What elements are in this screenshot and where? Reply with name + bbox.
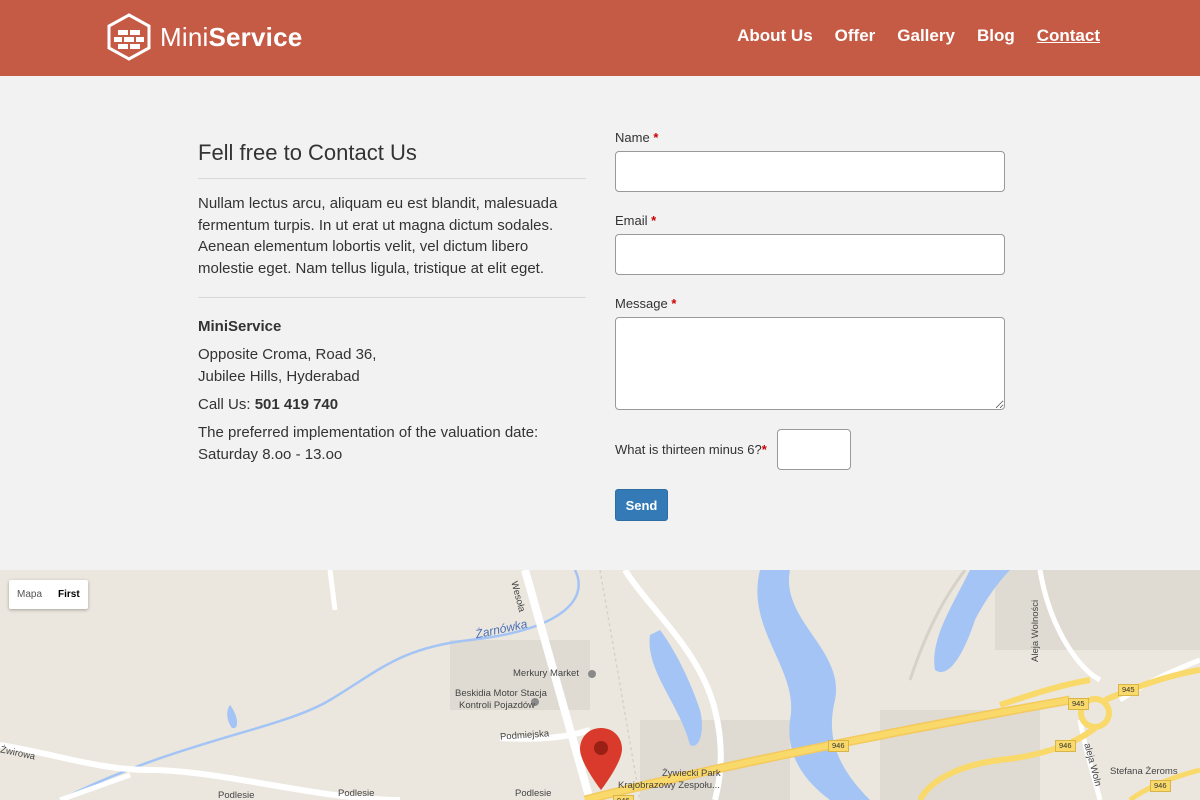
page-title: Fell free to Contact Us (198, 140, 586, 179)
shopping-poi-icon (588, 670, 596, 678)
captcha-label-text: What is thirteen minus 6? (615, 442, 762, 457)
nav-about-us[interactable]: About Us (737, 26, 813, 46)
captcha-group: What is thirteen minus 6?* (615, 429, 1005, 470)
map-type-toggle: Mapa First (9, 580, 88, 609)
street-label: Podlesie (338, 788, 375, 799)
contact-info: Fell free to Contact Us Nullam lectus ar… (198, 140, 586, 466)
required-mark: * (671, 296, 677, 311)
contact-form: Name * Email * Message * What is thirtee… (615, 130, 1005, 521)
nav-offer[interactable]: Offer (835, 26, 876, 46)
site-header: MiniService About Us Offer Gallery Blog … (0, 0, 1200, 76)
phone-number: 501 419 740 (254, 396, 339, 413)
street-label: Podlesie (515, 788, 552, 799)
message-group: Message * (615, 296, 1005, 410)
name-group: Name * (615, 130, 1005, 192)
map-road (327, 570, 338, 611)
required-mark: * (651, 213, 657, 228)
brand-name-bold: Service (208, 21, 303, 52)
opening-hours: The preferred implementation of the valu… (198, 422, 586, 466)
road-number-badge: 946 (1150, 780, 1171, 792)
hours-line-1: The preferred implementation of the valu… (198, 424, 539, 441)
message-label: Message * (615, 296, 1005, 311)
road-number-badge: 946 (828, 740, 849, 752)
poi-label: Żywiecki Park (662, 768, 721, 779)
road-number-badge: 946 (613, 795, 634, 800)
email-input[interactable] (615, 234, 1005, 275)
email-label: Email * (615, 213, 1005, 228)
email-group: Email * (615, 213, 1005, 275)
poi-label: Krajobrazowy Zespołu... (618, 780, 720, 791)
address-line-2: Jubilee Hills, Hyderabad (198, 368, 360, 385)
location-pin-dot-icon (594, 741, 608, 755)
map-road (59, 772, 131, 800)
address: Opposite Croma, Road 36, Jubilee Hills, … (198, 344, 586, 388)
map-type-mapa[interactable]: Mapa (9, 580, 50, 609)
phone-line: Call Us: 501 419 740 (198, 396, 586, 413)
message-textarea[interactable] (615, 317, 1005, 410)
map-canvas[interactable] (0, 570, 1200, 800)
required-mark: * (761, 442, 767, 457)
send-button[interactable]: Send (615, 489, 668, 521)
captcha-label: What is thirteen minus 6?* (615, 442, 767, 457)
nav-blog[interactable]: Blog (977, 26, 1015, 46)
street-label: Stefana Żeroms (1110, 766, 1178, 777)
poi-label: Beskidia Motor Stacja (455, 688, 547, 699)
map-block (995, 570, 1200, 650)
captcha-input[interactable] (776, 429, 851, 470)
street-label: Aleja Wolności (1030, 599, 1041, 662)
email-label-text: Email (615, 213, 648, 228)
nav-contact[interactable]: Contact (1037, 26, 1100, 46)
poi-label: Merkury Market (513, 668, 579, 679)
map-type-first[interactable]: First (50, 580, 88, 609)
road-number-badge: 945 (1068, 698, 1089, 710)
road-number-badge: 946 (1055, 740, 1076, 752)
intro-text: Nullam lectus arcu, aliquam eu est bland… (198, 193, 586, 298)
nav-gallery[interactable]: Gallery (897, 26, 955, 46)
road-number-badge: 945 (1118, 684, 1139, 696)
message-label-text: Message (615, 296, 668, 311)
street-label: Podlesie (218, 790, 255, 800)
brick-hexagon-logo-icon (107, 13, 151, 61)
name-label: Name * (615, 130, 1005, 145)
required-mark: * (653, 130, 659, 145)
map-river (227, 705, 238, 729)
map-embed[interactable]: Mapa First Żarnówka Wesoła Merkury Marke… (0, 570, 1200, 800)
company-name: MiniService (198, 318, 282, 335)
name-label-text: Name (615, 130, 650, 145)
call-us-label: Call Us: (198, 396, 251, 413)
main-nav: About Us Offer Gallery Blog Contact (715, 26, 1100, 46)
address-line-1: Opposite Croma, Road 36, (198, 346, 377, 363)
brand-logo[interactable]: MiniService (106, 13, 302, 61)
hours-line-2: Saturday 8.oo - 13.oo (198, 446, 343, 463)
brand-name: MiniService (160, 22, 302, 53)
poi-label: Kontroli Pojazdów (459, 700, 536, 711)
name-input[interactable] (615, 151, 1005, 192)
brand-name-light: Mini (160, 21, 209, 52)
